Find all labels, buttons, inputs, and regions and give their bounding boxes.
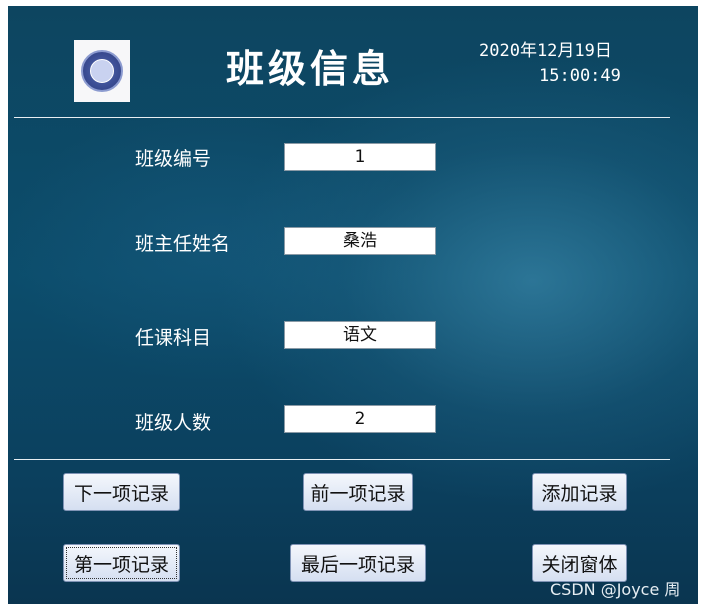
class-size-field[interactable]: 2: [284, 405, 436, 433]
add-record-button[interactable]: 添加记录: [532, 473, 627, 511]
last-record-button[interactable]: 最后一项记录: [290, 544, 426, 582]
class-size-label: 班级人数: [135, 412, 212, 434]
date-display: 2020年12月19日: [479, 41, 612, 61]
next-record-button[interactable]: 下一项记录: [63, 473, 180, 511]
school-seal-icon: [81, 50, 123, 92]
time-display: 15:00:49: [539, 66, 621, 86]
head-teacher-label: 班主任姓名: [135, 233, 231, 255]
subject-field[interactable]: 语文: [284, 321, 436, 349]
header-divider: [14, 117, 670, 118]
subject-label: 任课科目: [135, 327, 212, 349]
school-logo: [74, 40, 130, 102]
class-id-field[interactable]: 1: [284, 143, 436, 171]
prev-record-button[interactable]: 前一项记录: [303, 473, 413, 511]
footer-divider: [14, 459, 670, 460]
class-info-form: 班级信息 2020年12月19日 15:00:49 班级编号 1 班主任姓名 桑…: [8, 6, 698, 604]
page-title: 班级信息: [226, 46, 395, 91]
head-teacher-field[interactable]: 桑浩: [284, 227, 436, 255]
class-id-label: 班级编号: [135, 148, 212, 170]
watermark: CSDN @Joyce 周: [550, 580, 681, 599]
first-record-button[interactable]: 第一项记录: [63, 544, 180, 582]
